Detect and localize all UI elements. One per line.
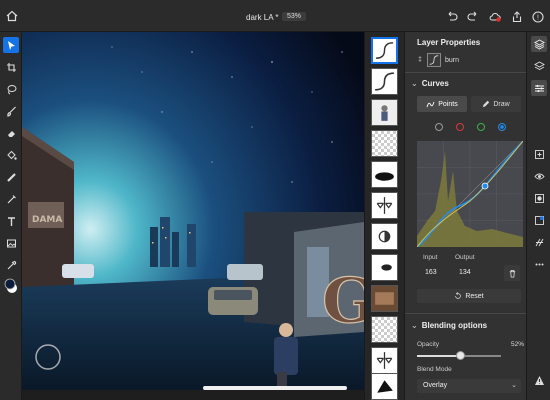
pencil-icon	[483, 100, 490, 108]
layer-properties-icon[interactable]	[531, 212, 547, 228]
svg-text:DAMA: DAMA	[32, 215, 62, 225]
layer-stack-icon[interactable]	[531, 58, 547, 74]
input-value[interactable]: 163	[425, 269, 437, 276]
channel-red-radio[interactable]	[456, 123, 464, 131]
layer-thumb-photo[interactable]	[371, 285, 398, 312]
zoom-level[interactable]: 53%	[282, 12, 307, 21]
chevron-down-icon: ⌄	[411, 79, 418, 88]
healing-tool-icon[interactable]	[3, 169, 19, 185]
layer-thumb-mask-2[interactable]	[371, 316, 398, 343]
channel-blue-radio[interactable]	[498, 123, 506, 131]
reset-button[interactable]: Reset	[417, 289, 521, 303]
link-icon	[417, 55, 423, 65]
mask-icon[interactable]	[531, 190, 547, 206]
right-toolbar	[526, 32, 550, 400]
undo-icon[interactable]	[446, 11, 458, 23]
output-label: Output	[455, 254, 475, 261]
color-swatch[interactable]	[3, 278, 19, 294]
chevron-down-icon: ⌄	[511, 382, 517, 389]
blending-section-title: Blending options	[421, 321, 488, 330]
trash-icon	[509, 269, 515, 278]
layer-thumb-curves-burn[interactable]	[371, 37, 398, 64]
opacity-slider-handle[interactable]	[456, 351, 466, 360]
opacity-slider[interactable]	[417, 351, 501, 360]
brush-tool-icon[interactable]	[3, 103, 19, 119]
blend-mode-select[interactable]: Overlay ⌄	[417, 379, 521, 393]
lasso-tool-icon[interactable]	[3, 81, 19, 97]
draw-label: Draw	[493, 100, 510, 108]
select-tool-icon[interactable]	[3, 37, 19, 53]
canvas-bottom-strip	[22, 390, 364, 400]
help-icon[interactable]: !	[532, 11, 544, 23]
channel-green-radio[interactable]	[477, 123, 485, 131]
curves-section-title: Curves	[421, 79, 449, 88]
layers-icon[interactable]	[531, 36, 547, 52]
reset-icon	[455, 292, 462, 299]
fx-icon[interactable]	[531, 234, 547, 250]
points-mode-button[interactable]: Points	[417, 96, 467, 112]
current-layer-row[interactable]: burn	[417, 52, 459, 68]
output-value[interactable]: 134	[459, 269, 471, 276]
curves-section-header[interactable]: ⌄ Curves	[411, 79, 449, 88]
redo-icon[interactable]	[467, 11, 479, 23]
home-indicator	[203, 386, 347, 390]
warning-icon[interactable]	[531, 372, 547, 388]
divider	[405, 72, 527, 73]
layers-panel	[364, 32, 404, 400]
layer-thumb-black-shape[interactable]	[371, 373, 398, 400]
divider	[405, 313, 527, 314]
layer-thumb-mask-1[interactable]	[371, 130, 398, 157]
layer-thumb-black-brush[interactable]	[371, 161, 398, 188]
blend-mode-label: Blend Mode	[417, 366, 452, 373]
type-tool-icon[interactable]	[3, 213, 19, 229]
canvas[interactable]: DAMA G	[22, 32, 364, 390]
opacity-label: Opacity	[417, 341, 440, 348]
top-bar: dark LA * 53% !	[0, 0, 550, 32]
layer-thumb-brightness[interactable]	[371, 223, 398, 250]
home-icon[interactable]	[6, 10, 18, 22]
blending-section-header[interactable]: ⌄ Blending options	[411, 321, 487, 330]
opacity-slider-fill	[417, 355, 461, 357]
add-layer-icon[interactable]	[531, 146, 547, 162]
crop-tool-icon[interactable]	[3, 59, 19, 75]
reset-label: Reset	[465, 292, 484, 300]
layer-thumb-levels-2[interactable]	[371, 347, 398, 374]
delete-point-button[interactable]	[504, 265, 520, 281]
curve-control-point[interactable]	[481, 182, 489, 190]
curves-graph[interactable]	[416, 140, 524, 248]
share-icon[interactable]	[511, 11, 523, 23]
layer-thumb-dark-mask[interactable]	[371, 254, 398, 281]
document-title[interactable]: dark LA *	[246, 13, 278, 22]
left-toolbar	[0, 32, 22, 400]
eraser-tool-icon[interactable]	[3, 125, 19, 141]
cloud-icon[interactable]	[489, 11, 501, 23]
eyedropper-tool-icon[interactable]	[3, 257, 19, 273]
points-label: Points	[438, 100, 458, 108]
fill-tool-icon[interactable]	[3, 147, 19, 163]
input-label: Input	[423, 254, 438, 261]
curves-layer-icon	[427, 53, 441, 67]
draw-mode-button[interactable]: Draw	[471, 96, 521, 112]
properties-panel: Layer Properties burn ⌄ Curves Points Dra…	[404, 32, 527, 400]
points-curve-icon	[426, 101, 435, 107]
svg-text:!: !	[537, 15, 539, 22]
image-tool-icon[interactable]	[3, 235, 19, 251]
svg-text:G: G	[322, 264, 364, 337]
refine-tool-icon[interactable]	[3, 191, 19, 207]
current-layer-name: burn	[445, 56, 460, 64]
opacity-value: 52%	[511, 341, 525, 348]
layer-thumb-person[interactable]	[371, 99, 398, 126]
panel-title: Layer Properties	[417, 38, 481, 47]
visibility-icon[interactable]	[531, 168, 547, 184]
chevron-down-icon: ⌄	[411, 321, 418, 330]
layer-thumb-curves[interactable]	[371, 68, 398, 95]
layer-thumb-levels[interactable]	[371, 192, 398, 219]
adjustments-icon[interactable]	[531, 80, 547, 96]
channel-rgb-radio[interactable]	[435, 123, 443, 131]
canvas-image: DAMA G	[22, 32, 364, 390]
more-icon[interactable]	[531, 256, 547, 272]
blend-mode-value: Overlay	[423, 382, 448, 389]
